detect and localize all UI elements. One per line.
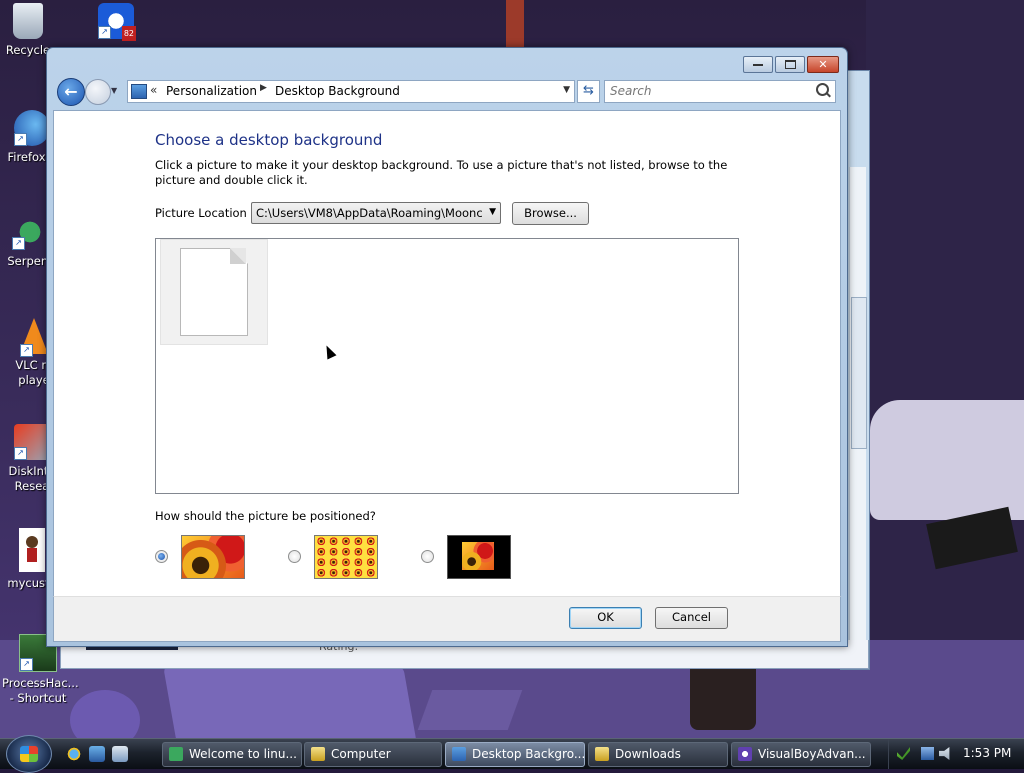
- taskbar-task-desktop-background[interactable]: Desktop Backgro...: [445, 742, 585, 767]
- show-desktop-icon[interactable]: [89, 746, 105, 762]
- internet-explorer-icon[interactable]: [66, 746, 82, 762]
- back-arrow-icon: ←: [64, 82, 78, 101]
- content-pane: Choose a desktop background Click a pict…: [53, 110, 841, 597]
- center-preview[interactable]: [447, 535, 511, 579]
- refresh-button[interactable]: ⇆: [577, 80, 600, 103]
- back-button[interactable]: ←: [57, 78, 85, 106]
- network-icon[interactable]: [921, 747, 934, 760]
- shortcut-arrow-icon: ↗: [98, 26, 111, 39]
- address-dropdown-icon[interactable]: ▼: [563, 85, 570, 95]
- close-button[interactable]: ✕: [807, 56, 839, 73]
- task-label: Welcome to linu...: [189, 747, 297, 761]
- taskbar: Welcome to linu... Computer Desktop Back…: [0, 735, 1024, 773]
- badge-count: 82: [121, 26, 136, 41]
- forward-button[interactable]: [85, 79, 111, 105]
- shortcut-arrow-icon: ↗: [20, 344, 33, 357]
- radio-tile[interactable]: [288, 550, 301, 563]
- search-box[interactable]: Search: [604, 80, 836, 103]
- task-label: Downloads: [615, 747, 681, 761]
- shortcut-arrow-icon: ↗: [14, 133, 27, 146]
- ok-button[interactable]: OK: [569, 607, 642, 629]
- control-panel-task-icon: [452, 747, 466, 761]
- taskbar-task-downloads[interactable]: Downloads: [588, 742, 728, 767]
- breadcrumb-separator-icon[interactable]: ▶: [260, 83, 267, 93]
- search-icon[interactable]: [816, 83, 829, 96]
- center-preview-image: [462, 542, 494, 570]
- page-title: Choose a desktop background: [155, 131, 383, 149]
- volume-icon[interactable]: [939, 747, 950, 760]
- picture-location-value: C:\Users\VM8\AppData\Roaming\Moonch: [256, 206, 482, 220]
- taskbar-task-computer[interactable]: Computer: [304, 742, 442, 767]
- control-panel-icon: [131, 84, 147, 99]
- checkmark-icon[interactable]: [897, 747, 910, 760]
- taskbar-task-visualboyadvance[interactable]: VisualBoyAdvan...: [731, 742, 871, 767]
- wallpaper-can: [690, 660, 756, 730]
- vlc-cone-icon: ↗: [20, 318, 48, 357]
- desktop-background-window: ✕ ← ▼ « Personalization ▶ Desktop Backgr…: [46, 47, 848, 647]
- minimize-button[interactable]: [743, 56, 773, 73]
- taskbar-task-welcome[interactable]: Welcome to linu...: [162, 742, 302, 767]
- breadcrumb-personalization[interactable]: Personalization: [166, 84, 257, 98]
- maximize-button[interactable]: [775, 56, 805, 73]
- desktop-icon-label: ProcessHac... - Shortcut: [2, 676, 79, 705]
- task-label: Desktop Backgro...: [472, 747, 585, 761]
- maximize-icon: [784, 60, 796, 69]
- character-body: [27, 548, 37, 562]
- desktop-icon-app[interactable]: ↗ 82: [80, 3, 152, 43]
- app-logo-icon: ↗ 82: [98, 3, 136, 41]
- task-label: VisualBoyAdvan...: [758, 747, 866, 761]
- picture-tile[interactable]: [160, 239, 268, 345]
- dialog-footer: OK Cancel: [53, 596, 841, 642]
- wallpaper-lamp: [506, 0, 524, 50]
- picture-grid[interactable]: [155, 238, 739, 494]
- fit-to-screen-preview[interactable]: [181, 535, 245, 579]
- refresh-icon: ⇆: [583, 83, 594, 98]
- recent-pages-dropdown[interactable]: ▼: [111, 86, 117, 95]
- switch-windows-icon[interactable]: [112, 746, 128, 762]
- shortcut-arrow-icon: ↗: [20, 658, 33, 671]
- address-bar[interactable]: « Personalization ▶ Desktop Background ▼: [127, 80, 575, 103]
- minimize-icon: [753, 63, 763, 66]
- radio-fit-to-screen[interactable]: [155, 550, 168, 563]
- visualboy-icon: [738, 747, 752, 761]
- caption-buttons: ✕: [741, 56, 839, 73]
- background-window-scrollbar[interactable]: [849, 167, 867, 657]
- browse-button[interactable]: Browse...: [512, 202, 589, 225]
- clock[interactable]: 1:53 PM: [963, 746, 1011, 760]
- windows-logo-icon: [20, 746, 38, 762]
- firefox-icon: ↗: [14, 110, 50, 146]
- chevron-down-icon: ▼: [489, 207, 496, 217]
- folder-icon: [595, 747, 609, 761]
- page-description: Click a picture to make it your desktop …: [155, 158, 728, 187]
- notification-area: 1:53 PM: [888, 739, 1024, 769]
- radio-center[interactable]: [421, 550, 434, 563]
- breadcrumb-desktop-background[interactable]: Desktop Background: [275, 84, 400, 98]
- search-placeholder: Search: [610, 84, 652, 98]
- position-question: How should the picture be positioned?: [155, 509, 376, 523]
- picture-location-select[interactable]: C:\Users\VM8\AppData\Roaming\Moonch ▼: [251, 202, 501, 224]
- file-fold-corner: [230, 248, 246, 264]
- serpent-icon: ↗: [12, 214, 48, 250]
- diskinternals-icon: ↗: [14, 424, 50, 460]
- folder-icon: [311, 747, 325, 761]
- cancel-button[interactable]: Cancel: [655, 607, 728, 629]
- character-head: [26, 536, 38, 548]
- picture-location-label: Picture Location: [155, 206, 247, 220]
- address-overflow-chevron[interactable]: «: [150, 83, 157, 97]
- serpent-task-icon: [169, 747, 183, 761]
- shortcut-arrow-icon: ↗: [12, 237, 25, 250]
- start-button[interactable]: [6, 735, 52, 773]
- recycle-bin-icon: [13, 3, 43, 39]
- tile-preview[interactable]: [314, 535, 378, 579]
- navigation-bar: ← ▼ « Personalization ▶ Desktop Backgrou…: [53, 78, 841, 106]
- character-image-icon: [19, 528, 45, 572]
- wallpaper-bed: [870, 400, 1024, 520]
- wallpaper-keyboard: [417, 690, 523, 730]
- task-label: Computer: [331, 747, 391, 761]
- shortcut-arrow-icon: ↗: [14, 447, 27, 460]
- scrollbar-thumb[interactable]: [851, 297, 867, 449]
- close-icon: ✕: [818, 58, 828, 71]
- wallpaper-laptop: [162, 665, 418, 745]
